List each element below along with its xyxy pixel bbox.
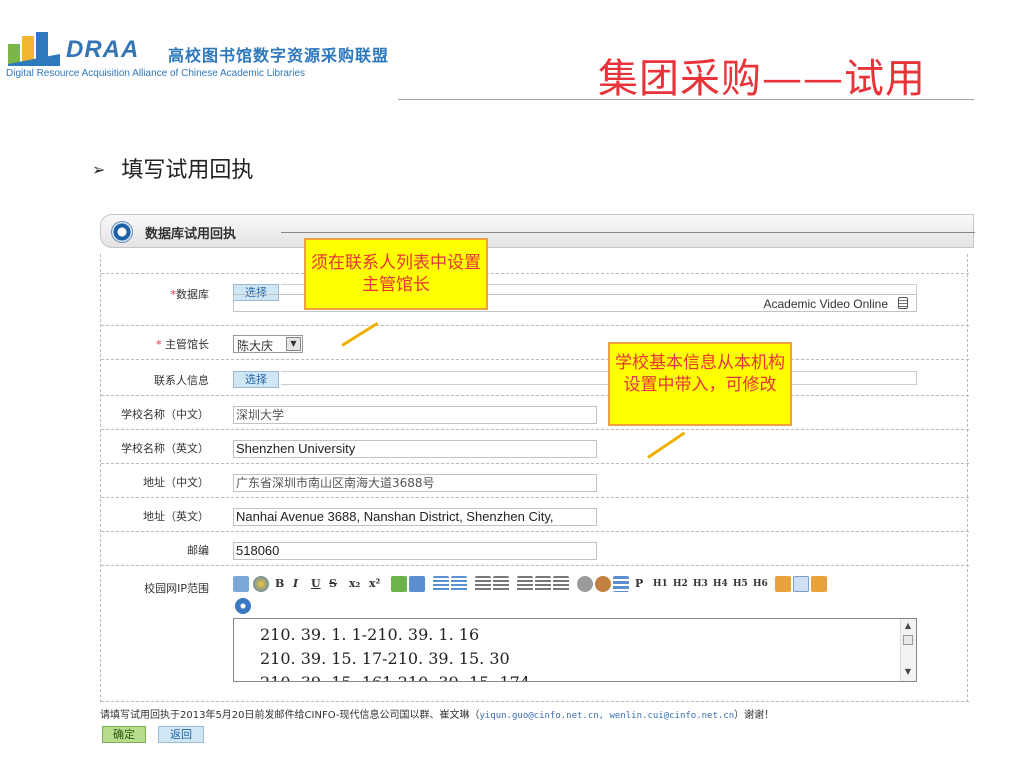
ordered-list-icon[interactable] (433, 576, 449, 592)
row-school-en: 学校名称（英文） Shenzhen University (101, 430, 969, 464)
section-title-text: 填写试用回执 (121, 158, 254, 183)
h2-button[interactable]: H2 (673, 576, 688, 592)
ip-range-label: 校园网IP范围 (144, 582, 209, 595)
horizontal-rule-icon[interactable] (613, 576, 629, 592)
panel-title: 数据库试用回执 (145, 227, 237, 242)
align-right-icon[interactable] (553, 576, 569, 592)
back-button[interactable]: 返回 (158, 726, 204, 743)
panel-header-line (281, 232, 975, 233)
row-ip-range: 校园网IP范围 B I U S x₂ x² P H1 H2 H3 H4 H5 H… (101, 566, 969, 702)
building-logo-icon (8, 32, 60, 66)
address-en-input[interactable]: Nanhai Avenue 3688, Nanshan District, Sh… (233, 508, 597, 526)
bullet-arrow-icon: ➢ (92, 160, 106, 179)
database-selected: Academic Video Online (763, 297, 888, 311)
slide-title: 集团采购——试用 (598, 56, 926, 102)
fullscreen-icon[interactable] (235, 598, 251, 614)
address-cn-label: 地址（中文） (143, 476, 209, 489)
row-database: *数据库 选择 Academic Video Online (101, 274, 969, 326)
postcode-label: 邮编 (187, 544, 209, 557)
row-address-cn: 地址（中文） 广东省深圳市南山区南海大道3688号 (101, 464, 969, 498)
align-left-icon[interactable] (517, 576, 533, 592)
director-callout: 须在联系人列表中设置主管馆长 (304, 238, 488, 310)
address-cn-input[interactable]: 广东省深圳市南山区南海大道3688号 (233, 474, 597, 492)
postcode-input[interactable]: 518060 (233, 542, 597, 560)
database-label: *数据库 (170, 288, 210, 301)
slide: DRAA 高校图书馆数字资源采购联盟 Digital Resource Acqu… (0, 0, 1024, 768)
outdent-icon[interactable] (475, 576, 491, 592)
bold-button[interactable]: B (275, 576, 284, 592)
draa-logo: DRAA 高校图书馆数字资源采购联盟 Digital Resource Acqu… (6, 28, 406, 88)
indent-icon[interactable] (493, 576, 509, 592)
cut-icon[interactable] (775, 576, 791, 592)
school-cn-label: 学校名称（中文） (121, 408, 209, 421)
scroll-up-icon[interactable]: ▲ (901, 621, 915, 630)
receipt-panel: 数据库试用回执 *数据库 选择 Academic Video Online * … (100, 214, 975, 702)
ip-line: 210. 39. 15. 17-210. 39. 15. 30 (260, 649, 510, 668)
row-director: * 主管馆长 陈大庆 ▼ (101, 326, 969, 360)
database-icon[interactable] (898, 297, 908, 309)
school-en-label: 学校名称（英文） (121, 442, 209, 455)
unlink-icon[interactable] (595, 576, 611, 592)
strike-button[interactable]: S (329, 576, 337, 592)
receipt-form: *数据库 选择 Academic Video Online * 主管馆长 陈大庆… (100, 254, 969, 702)
row-school-cn: 学校名称（中文） 深圳大学 (101, 396, 969, 430)
row-contact: 联系人信息 选择 (101, 360, 969, 396)
logo-abbr: DRAA (66, 36, 140, 63)
h5-button[interactable]: H5 (733, 576, 748, 592)
h6-button[interactable]: H6 (753, 576, 768, 592)
underline-button[interactable]: U (311, 576, 321, 592)
paste-icon[interactable] (811, 576, 827, 592)
school-cn-input[interactable]: 深圳大学 (233, 406, 597, 424)
section-title: ➢ 填写试用回执 (92, 152, 253, 184)
director-select[interactable]: 陈大庆 ▼ (233, 335, 303, 353)
row-postcode: 邮编 518060 (101, 532, 969, 566)
logo-en-name: Digital Resource Acquisition Alliance of… (6, 68, 306, 79)
confirm-button[interactable]: 确定 (102, 726, 146, 743)
school-en-input[interactable]: Shenzhen University (233, 440, 597, 458)
subscript-button[interactable]: x₂ (349, 576, 360, 592)
ip-range-editor[interactable]: 210. 39. 1. 1-210. 39. 1. 16 210. 39. 15… (233, 618, 917, 682)
scroll-down-icon[interactable]: ▼ (901, 667, 915, 676)
ip-line: 210. 39. 1. 1-210. 39. 1. 16 (260, 625, 480, 644)
row-address-en: 地址（英文） Nanhai Avenue 3688, Nanshan Distr… (101, 498, 969, 532)
bg-color-icon[interactable] (409, 576, 425, 592)
color-icon[interactable] (253, 576, 269, 592)
footer-note: 请填写试用回执于2013年5月20日前发邮件给CINFO-现代信息公司国以群、崔… (100, 710, 775, 721)
eye-icon (111, 221, 133, 243)
director-label: * 主管馆长 (156, 338, 209, 351)
scroll-thumb[interactable] (903, 635, 913, 645)
h3-button[interactable]: H3 (693, 576, 708, 592)
editor-toolbar: B I U S x₂ x² P H1 H2 H3 H4 H5 H6 (233, 576, 913, 616)
source-icon[interactable] (233, 576, 249, 592)
director-value: 陈大庆 (237, 339, 274, 353)
link-icon[interactable] (577, 576, 593, 592)
italic-button[interactable]: I (293, 576, 298, 592)
panel-header: 数据库试用回执 (100, 214, 975, 248)
h4-button[interactable]: H4 (713, 576, 728, 592)
form-top-spacer (101, 254, 969, 274)
font-color-icon[interactable] (391, 576, 407, 592)
choose-contact-button[interactable]: 选择 (233, 371, 279, 388)
chevron-down-icon[interactable]: ▼ (286, 337, 301, 351)
unordered-list-icon[interactable] (451, 576, 467, 592)
contact-label: 联系人信息 (154, 374, 209, 387)
address-en-label: 地址（英文） (143, 510, 209, 523)
contact-emails: yiqun.guo@cinfo.net.cn, wenlin.cui@cinfo… (479, 711, 735, 721)
logo-cn-name: 高校图书馆数字资源采购联盟 (168, 46, 390, 65)
h1-button[interactable]: H1 (653, 576, 668, 592)
align-center-icon[interactable] (535, 576, 551, 592)
ip-line: 210. 39. 15. 161-210. 39. 15. 174 (260, 673, 530, 681)
title-divider (398, 99, 974, 100)
info-callout: 学校基本信息从本机构设置中带入，可修改 (608, 342, 792, 426)
editor-scrollbar[interactable]: ▲ ▼ (900, 619, 916, 681)
contact-bar (281, 371, 917, 385)
superscript-button[interactable]: x² (369, 576, 380, 592)
copy-icon[interactable] (793, 576, 809, 592)
paragraph-button[interactable]: P (635, 576, 643, 592)
